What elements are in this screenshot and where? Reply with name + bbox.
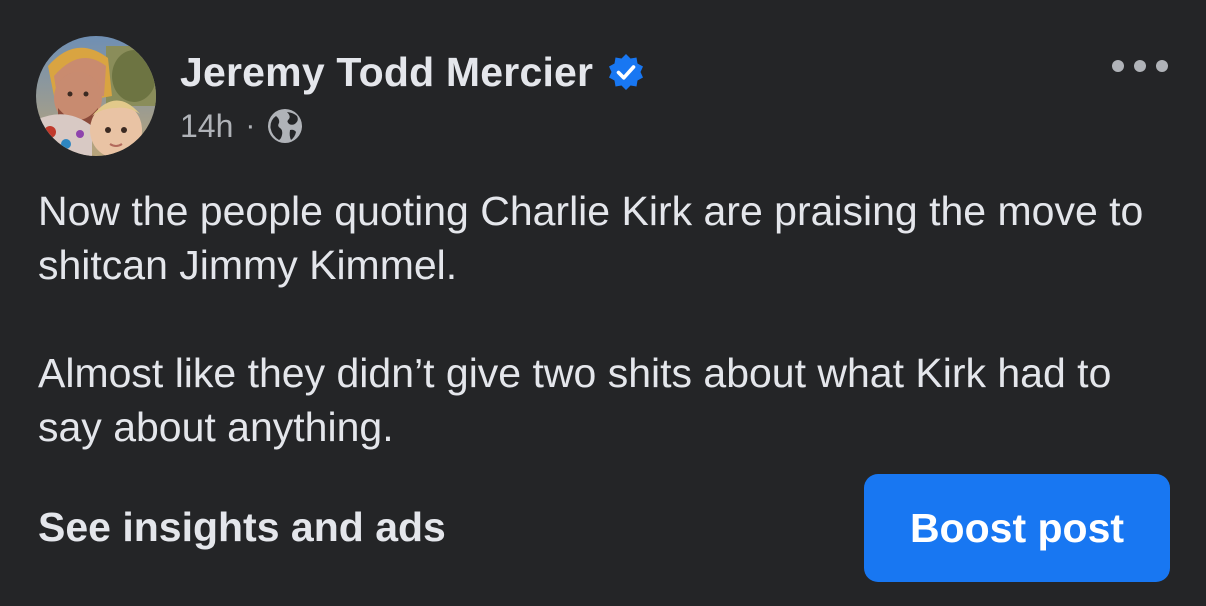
see-insights-link[interactable]: See insights and ads [38, 504, 446, 551]
more-dot [1112, 60, 1124, 72]
author-row: Jeremy Todd Mercier [180, 46, 645, 98]
post-meta: 14h · [180, 106, 303, 146]
verified-badge-icon [607, 53, 645, 91]
boost-post-button[interactable]: Boost post [864, 474, 1170, 582]
profile-photo-icon [36, 36, 156, 156]
meta-separator: · [245, 109, 256, 142]
post-card: Jeremy Todd Mercier 14h · Now the people… [0, 0, 1206, 606]
post-timestamp[interactable]: 14h [180, 108, 233, 145]
more-options-icon[interactable] [1112, 52, 1168, 80]
post-paragraph: Now the people quoting Charlie Kirk are … [38, 188, 1144, 288]
post-body: Now the people quoting Charlie Kirk are … [38, 184, 1168, 454]
post-paragraph: Almost like they didn’t give two shits a… [38, 350, 1112, 450]
author-name[interactable]: Jeremy Todd Mercier [180, 49, 593, 96]
more-dot [1156, 60, 1168, 72]
globe-icon[interactable] [267, 108, 303, 144]
avatar[interactable] [36, 36, 156, 156]
more-dot [1134, 60, 1146, 72]
